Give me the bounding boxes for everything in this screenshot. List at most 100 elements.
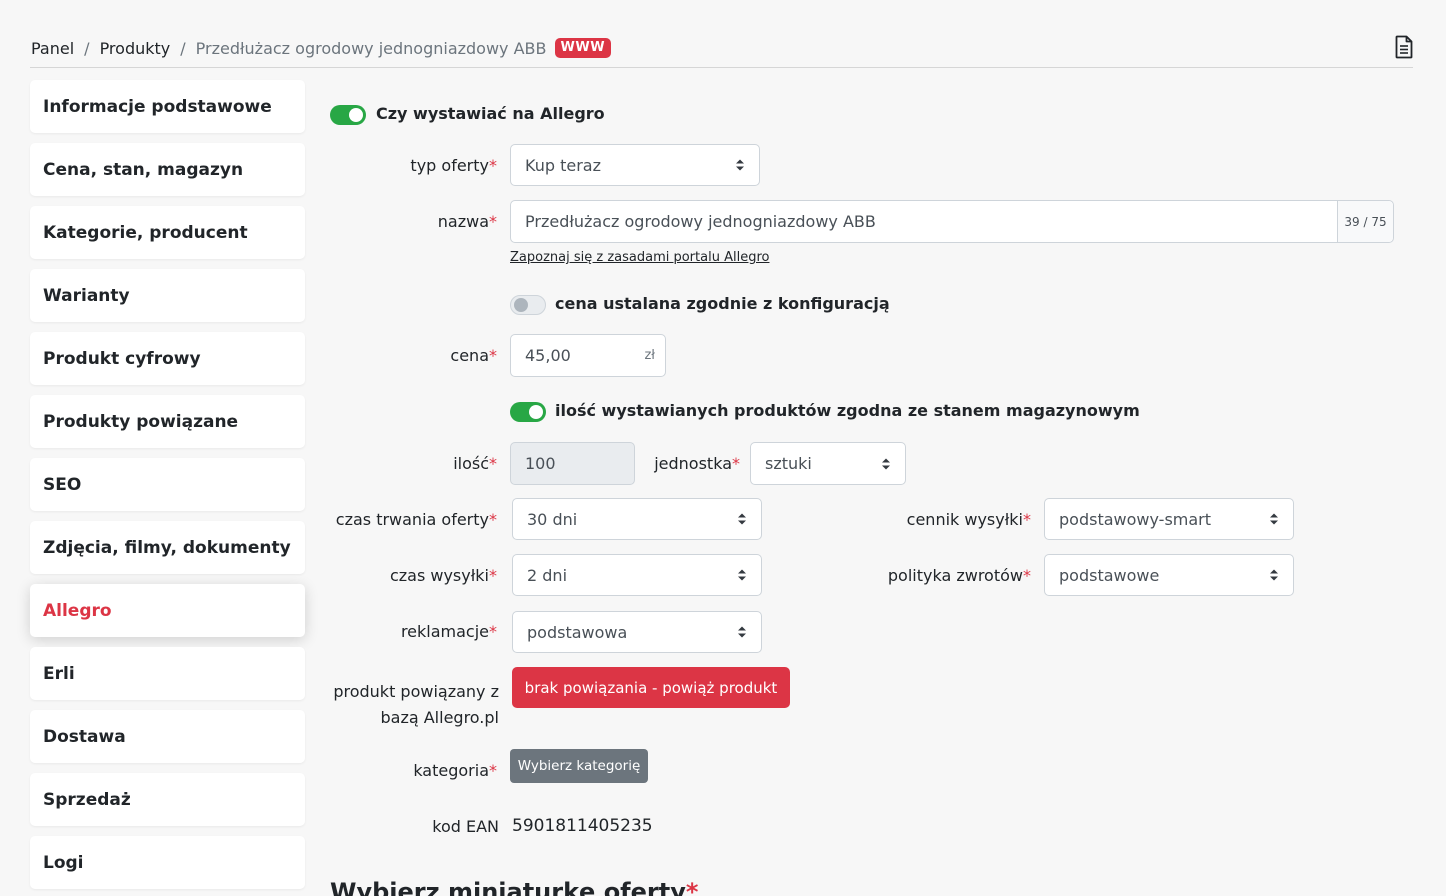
category-label: kategoria* (413, 761, 497, 780)
required-mark: * (732, 454, 740, 473)
www-badge: WWW (554, 38, 612, 58)
duration-label: czas trwania oferty* (336, 510, 497, 529)
required-mark: * (489, 622, 497, 641)
required-mark: * (489, 761, 497, 780)
ean-label: kod EAN (432, 817, 499, 836)
allegro-toggle-label: Czy wystawiać na Allegro (376, 104, 605, 123)
required-mark: * (489, 346, 497, 365)
shipping-price-list-label: cennik wysyłki* (907, 510, 1031, 529)
select-arrows-icon (738, 626, 746, 638)
required-mark: * (1023, 510, 1031, 529)
name-value: Przedłużacz ogrodowy jednogniazdowy ABB (525, 212, 876, 231)
sidebar-item-logi[interactable]: Logi (30, 836, 305, 889)
price-input[interactable]: 45,00 zł (510, 334, 666, 377)
shipping-price-list-select[interactable]: podstawowy-smart (1044, 498, 1294, 540)
sidebar-item-dostawa[interactable]: Dostawa (30, 710, 305, 763)
quantity-value: 100 (525, 454, 556, 473)
required-mark: * (489, 566, 497, 585)
required-mark: * (489, 156, 497, 175)
document-icon[interactable] (1394, 35, 1414, 59)
sidebar-item-informacje-podstawowe[interactable]: Informacje podstawowe (30, 80, 305, 133)
sidebar-item-produkt-cyfrowy[interactable]: Produkt cyfrowy (30, 332, 305, 385)
category-label-text: kategoria (413, 761, 489, 780)
price-config-toggle-label: cena ustalana zgodnie z konfiguracją (555, 294, 890, 313)
ean-value: 5901811405235 (512, 816, 653, 836)
thumbnail-section-heading: Wybierz miniaturkę oferty* (330, 878, 698, 896)
breadcrumb-separator: / (180, 38, 186, 58)
linked-product-label-line1: produkt powiązany z (333, 682, 499, 701)
returns-policy-select[interactable]: podstawowe (1044, 554, 1294, 596)
shipping-time-select[interactable]: 2 dni (512, 554, 762, 596)
quantity-label-text: ilość (453, 454, 489, 473)
select-arrows-icon (1270, 569, 1278, 581)
price-value: 45,00 (525, 346, 571, 365)
quantity-label: ilość* (453, 454, 497, 473)
select-arrows-icon (882, 458, 890, 469)
toggle-knob (514, 298, 528, 312)
linked-product-label-line2: bazą Allegro.pl (380, 708, 499, 727)
sidebar-item-zdjecia[interactable]: Zdjęcia, filmy, dokumenty (30, 521, 305, 574)
currency-suffix: zł (644, 348, 655, 363)
select-arrows-icon (738, 569, 746, 581)
sidebar-item-warianty[interactable]: Warianty (30, 269, 305, 322)
breadcrumb: Panel / Produkty / Przedłużacz ogrodowy … (31, 36, 612, 60)
price-config-toggle[interactable] (510, 295, 546, 315)
required-mark: * (489, 510, 497, 529)
complaints-select[interactable]: podstawowa (512, 611, 762, 653)
allegro-rules-link[interactable]: Zapoznaj się z zasadami portalu Allegro (510, 250, 769, 265)
duration-value: 30 dni (527, 509, 578, 529)
sidebar-item-erli[interactable]: Erli (30, 647, 305, 700)
complaints-value: podstawowa (527, 622, 628, 642)
required-mark: * (489, 454, 497, 473)
required-mark: * (1023, 566, 1031, 585)
thumbnail-heading-text: Wybierz miniaturkę oferty (330, 878, 686, 896)
unit-label-text: jednostka (654, 454, 732, 473)
name-label: nazwa* (438, 212, 497, 231)
linked-product-label: produkt powiązany z bazą Allegro.pl (333, 679, 499, 731)
allegro-toggle[interactable] (330, 105, 366, 125)
sidebar-item-produkty-powiazane[interactable]: Produkty powiązane (30, 395, 305, 448)
required-mark: * (489, 212, 497, 231)
price-label: cena* (450, 346, 497, 365)
toggle-knob (349, 108, 363, 122)
name-char-counter: 39 / 75 (1337, 201, 1393, 242)
name-input[interactable]: Przedłużacz ogrodowy jednogniazdowy ABB … (510, 200, 1394, 243)
shipping-price-list-value: podstawowy-smart (1059, 509, 1212, 529)
breadcrumb-current: Przedłużacz ogrodowy jednogniazdowy ABB (195, 38, 547, 58)
sidebar-item-kategorie-producent[interactable]: Kategorie, producent (30, 206, 305, 259)
shipping-time-label-text: czas wysyłki (389, 566, 489, 585)
breadcrumb-home[interactable]: Panel (31, 39, 74, 58)
offer-type-label: typ oferty* (410, 156, 497, 175)
stock-sync-toggle[interactable] (510, 402, 546, 422)
price-label-text: cena (450, 346, 489, 365)
unit-select[interactable]: sztuki (750, 442, 906, 485)
sidebar-item-seo[interactable]: SEO (30, 458, 305, 511)
returns-policy-label-text: polityka zwrotów (887, 566, 1023, 585)
sidebar-item-sprzedaz[interactable]: Sprzedaż (30, 773, 305, 826)
quantity-input: 100 (510, 442, 635, 485)
toggle-knob (529, 405, 543, 419)
sidebar-item-cena-stan-magazyn[interactable]: Cena, stan, magazyn (30, 143, 305, 196)
name-label-text: nazwa (437, 212, 489, 231)
link-product-button[interactable]: brak powiązania - powiąż produkt (512, 667, 790, 708)
breadcrumb-products[interactable]: Produkty (100, 39, 171, 58)
required-mark: * (685, 878, 699, 896)
shipping-time-label: czas wysyłki* (390, 566, 497, 585)
returns-policy-label: polityka zwrotów* (888, 566, 1031, 585)
unit-label: jednostka* (654, 454, 740, 473)
duration-label-text: czas trwania oferty (335, 510, 489, 529)
complaints-label: reklamacje* (401, 622, 497, 641)
choose-category-button[interactable]: Wybierz kategorię (510, 749, 648, 783)
duration-select[interactable]: 30 dni (512, 498, 762, 540)
header-divider (30, 67, 1413, 68)
breadcrumb-separator: / (84, 38, 90, 58)
shipping-price-list-label-text: cennik wysyłki (906, 510, 1023, 529)
offer-type-select[interactable]: Kup teraz (510, 144, 760, 186)
sidebar-nav: Informacje podstawowe Cena, stan, magazy… (30, 80, 305, 896)
select-arrows-icon (1270, 513, 1278, 525)
complaints-label-text: reklamacje (400, 622, 489, 641)
sidebar-item-allegro[interactable]: Allegro (30, 584, 305, 637)
stock-sync-toggle-label: ilość wystawianych produktów zgodna ze s… (555, 401, 1140, 420)
unit-value: sztuki (765, 454, 812, 473)
offer-type-value: Kup teraz (525, 155, 601, 175)
